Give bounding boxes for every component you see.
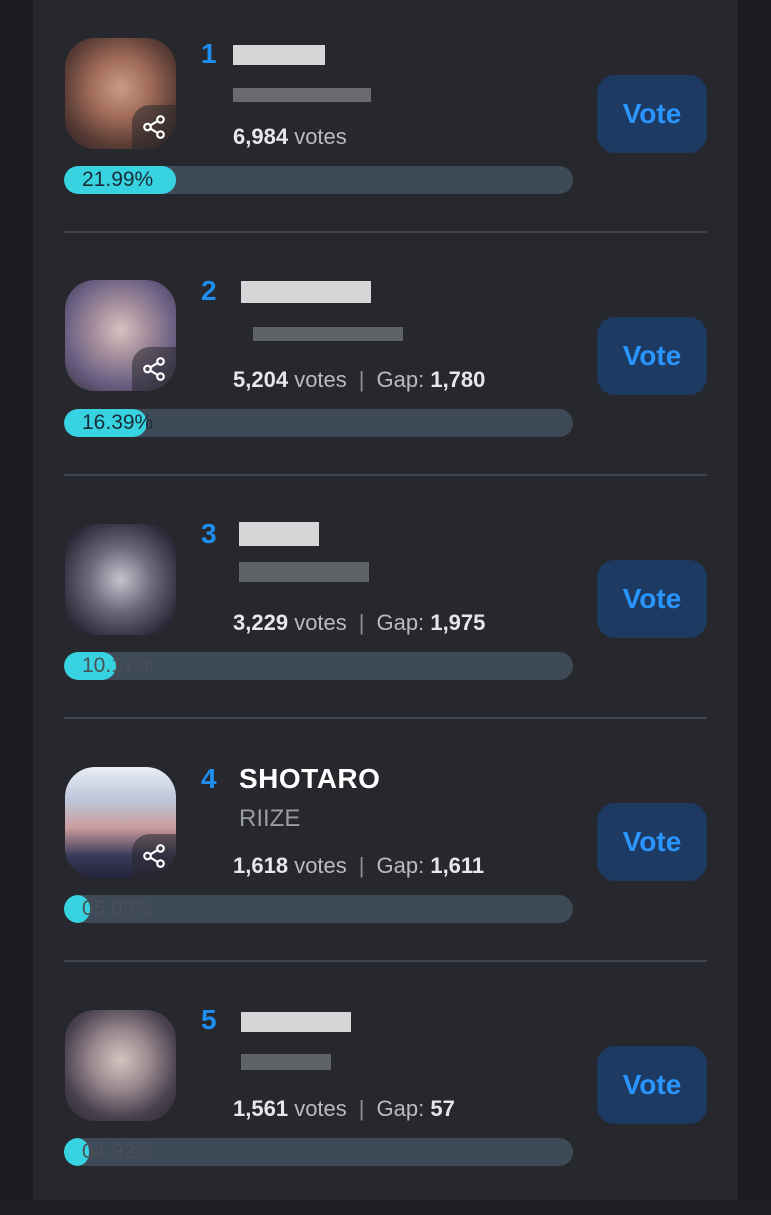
separator: |: [358, 610, 365, 635]
censored-name: [233, 45, 325, 65]
rank-number: 5: [201, 1004, 217, 1035]
vote-count: 1,561: [233, 1096, 289, 1121]
divider: [64, 474, 707, 476]
share-icon: [143, 357, 165, 381]
avatar[interactable]: [65, 524, 176, 635]
avatar-image: [65, 1010, 176, 1121]
rank-number: 4: [201, 763, 217, 794]
avatar[interactable]: [65, 280, 176, 391]
votes-word: votes: [294, 367, 347, 392]
list-item: 3 3,229 votes | Gap: 1,975 Vote 10.17%: [33, 486, 738, 729]
list-item: 2 5,204 votes | Gap: 1,780 Vote 16.39%: [33, 243, 738, 486]
censored-name: [241, 1012, 351, 1032]
divider: [64, 231, 707, 233]
censored-name: [239, 522, 319, 546]
right-gutter: [738, 0, 771, 1200]
vote-count: 6,984: [233, 124, 289, 149]
avatar[interactable]: [65, 38, 176, 149]
gap-value: 1,780: [430, 367, 486, 392]
percent-label: 16.39%: [82, 411, 154, 434]
progress-bar: 10.17%: [64, 652, 573, 680]
share-button[interactable]: [132, 347, 176, 391]
vote-button[interactable]: Vote: [597, 560, 707, 638]
vote-count: 1,618: [233, 853, 289, 878]
percent-label: 21.99%: [82, 168, 154, 191]
vote-stats: 1,618 votes | Gap: 1,611: [233, 853, 484, 879]
percent-label: 04.92%: [82, 1140, 154, 1163]
votes-word: votes: [294, 610, 347, 635]
candidate-name: SHOTARO: [239, 763, 381, 794]
rank-number: 2: [201, 275, 217, 306]
left-gutter: [0, 0, 33, 1200]
share-button[interactable]: [132, 105, 176, 149]
list-item: 4 SHOTARO RIIZE 1,618 votes | Gap: 1,611 V…: [33, 729, 738, 972]
vote-button[interactable]: Vote: [597, 75, 707, 153]
vote-count: 3,229: [233, 610, 289, 635]
share-button[interactable]: [132, 834, 176, 878]
candidate-group: RIIZE: [239, 805, 301, 832]
list-item: 5 1,561 votes | Gap: 57 Vote 04.92%: [33, 972, 738, 1215]
vote-stats: 1,561 votes | Gap: 57: [233, 1096, 455, 1122]
avatar[interactable]: [65, 767, 176, 878]
gap-value: 1,975: [430, 610, 486, 635]
progress-bar: 04.92%: [64, 1138, 573, 1166]
censored-group: [239, 562, 369, 582]
gap-label: Gap:: [376, 853, 425, 878]
vote-button[interactable]: Vote: [597, 1046, 707, 1124]
share-icon: [143, 844, 165, 868]
gap-label: Gap:: [376, 367, 425, 392]
rank-number: 1: [201, 38, 217, 69]
vote-count: 5,204: [233, 367, 289, 392]
censored-group: [233, 88, 371, 102]
gap-label: Gap:: [376, 610, 425, 635]
gap-value: 57: [430, 1096, 455, 1121]
separator: |: [358, 853, 365, 878]
censored-group: [241, 1054, 331, 1070]
progress-bar: 05.09%: [64, 895, 573, 923]
percent-label: 10.17%: [82, 654, 154, 677]
vote-button[interactable]: Vote: [597, 317, 707, 395]
vote-stats: 3,229 votes | Gap: 1,975: [233, 610, 485, 636]
avatar[interactable]: [65, 1010, 176, 1121]
votes-word: votes: [294, 1096, 347, 1121]
avatar-image: [65, 524, 176, 635]
list-item: 1 6,984 votes Vote 21.99%: [33, 0, 738, 243]
vote-stats: 6,984 votes: [233, 124, 347, 150]
gap-value: 1,611: [430, 853, 485, 878]
ranking-list: 1 6,984 votes Vote 21.99% 2 5,204 votes |…: [33, 0, 738, 1200]
votes-word: votes: [294, 853, 347, 878]
vote-stats: 5,204 votes | Gap: 1,780: [233, 367, 485, 393]
divider: [64, 717, 707, 719]
rank-number: 3: [201, 518, 217, 549]
divider: [64, 960, 707, 962]
separator: |: [358, 367, 365, 392]
votes-word: votes: [294, 124, 347, 149]
vote-button[interactable]: Vote: [597, 803, 707, 881]
progress-bar: 21.99%: [64, 166, 573, 194]
gap-label: Gap:: [376, 1096, 425, 1121]
censored-name: [241, 281, 371, 303]
share-icon: [143, 115, 165, 139]
censored-group: [253, 327, 403, 341]
separator: |: [358, 1096, 365, 1121]
progress-bar: 16.39%: [64, 409, 573, 437]
percent-label: 05.09%: [82, 897, 154, 920]
